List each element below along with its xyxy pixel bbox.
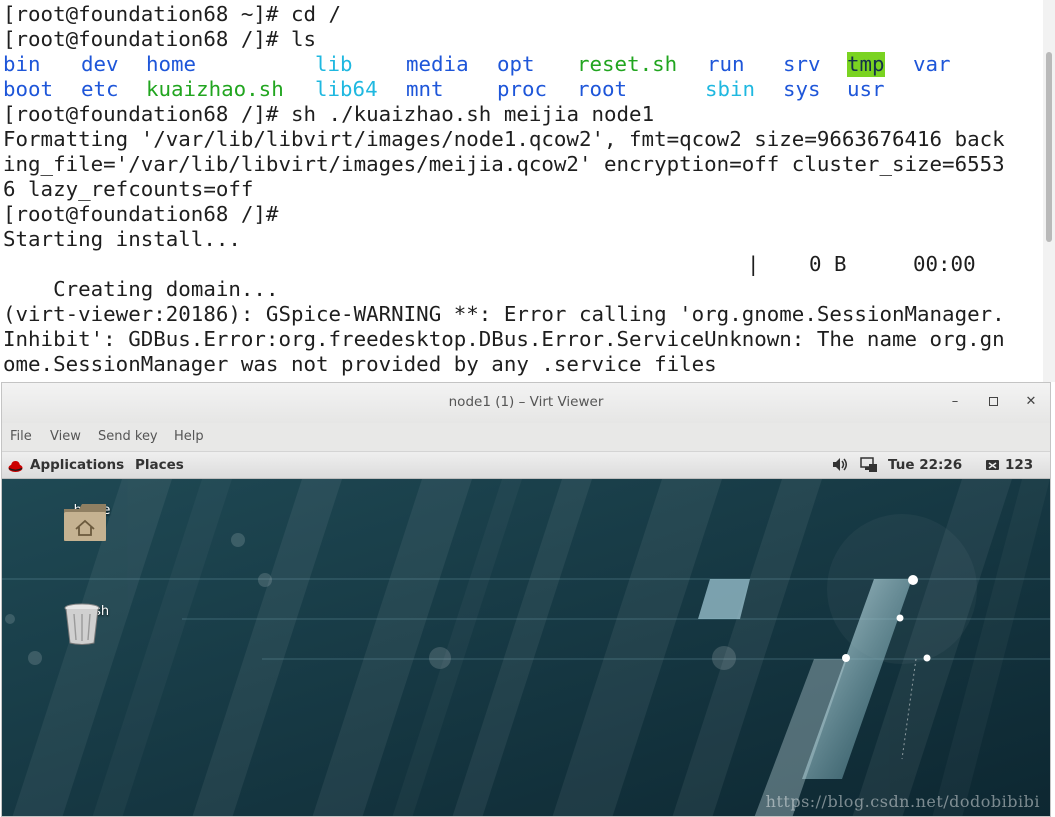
clock[interactable]: Tue 22:26 xyxy=(888,457,962,473)
watermark: https://blog.csdn.net/dodobibibi xyxy=(765,792,1040,811)
command: ls xyxy=(290,27,317,51)
ls-entry: boot xyxy=(3,77,54,101)
ls-output-row-1: bin dev home lib media opt reset.sh run … xyxy=(3,52,951,77)
prompt: [root@foundation68 ~]# xyxy=(3,2,291,26)
prompt: [root@foundation68 /]# xyxy=(3,27,291,51)
progress-separator: | xyxy=(747,252,760,276)
terminal-output: Formatting '/var/lib/libvirt/images/node… xyxy=(3,127,1005,151)
ls-entry: root xyxy=(577,77,628,101)
volume-icon[interactable] xyxy=(832,457,849,476)
menu-file[interactable]: File xyxy=(10,429,32,444)
menubar: File View Send key Help xyxy=(2,423,1050,452)
terminal-progress-line: Creating domain... | 0 B 00:00 xyxy=(3,252,976,301)
terminal-warning: (virt-viewer:20186): GSpice-WARNING **: … xyxy=(3,302,1005,326)
ls-entry: srv xyxy=(783,52,821,76)
ls-entry: lib xyxy=(315,52,353,76)
desktop-icon-home[interactable]: home xyxy=(62,501,122,541)
desktop-wallpaper xyxy=(2,479,1050,816)
progress-time: 00:00 xyxy=(913,252,976,276)
terminal-output: ing_file='/var/lib/libvirt/images/meijia… xyxy=(3,152,1005,176)
ls-entry: dev xyxy=(81,52,119,76)
ls-entry: proc xyxy=(497,77,548,101)
gnome-top-bar: Applications Places Tue 22:26 123 xyxy=(2,452,1050,479)
ls-entry: sbin xyxy=(705,77,756,101)
window-title: node1 (1) – Virt Viewer xyxy=(448,394,604,410)
window-titlebar[interactable]: node1 (1) – Virt Viewer – ✕ xyxy=(2,383,1050,423)
terminal-line: [root@foundation68 ~]# cd / xyxy=(3,2,341,27)
keyboard-icon[interactable] xyxy=(985,457,1001,476)
ls-entry: bin xyxy=(3,52,41,76)
prompt: [root@foundation68 /]# xyxy=(3,202,279,226)
redhat-logo-icon xyxy=(8,458,23,477)
close-button[interactable]: ✕ xyxy=(1022,393,1040,411)
menu-view[interactable]: View xyxy=(50,429,81,444)
places-menu[interactable]: Places xyxy=(135,457,184,473)
ls-entry: run xyxy=(707,52,745,76)
ls-entry: reset.sh xyxy=(577,52,678,76)
terminal-output: Starting install... xyxy=(3,227,241,251)
guest-desktop[interactable]: home Trash https://blog.csdn.net/dodobib… xyxy=(2,479,1050,816)
terminal-scrollbar[interactable] xyxy=(1043,0,1055,382)
network-icon[interactable] xyxy=(860,457,878,477)
guest-display[interactable]: Applications Places Tue 22:26 123 https:… xyxy=(2,452,1050,816)
terminal-warning: Inhibit': GDBus.Error:org.freedesktop.DB… xyxy=(3,327,1005,351)
scrollbar-thumb[interactable] xyxy=(1046,52,1052,242)
minimize-button[interactable]: – xyxy=(946,393,964,411)
progress-size: 0 B xyxy=(809,252,847,276)
ls-entry: kuaizhao.sh xyxy=(146,77,284,101)
maximize-button[interactable] xyxy=(984,393,1002,411)
menu-help[interactable]: Help xyxy=(174,429,204,444)
terminal-line: [root@foundation68 /]# sh ./kuaizhao.sh … xyxy=(3,102,654,127)
input-method-indicator[interactable]: 123 xyxy=(1005,457,1033,473)
terminal-window[interactable]: [root@foundation68 ~]# cd / [root@founda… xyxy=(0,0,1043,382)
desktop-icon-trash[interactable]: Trash xyxy=(62,602,122,645)
ls-entry: media xyxy=(406,52,469,76)
ls-entry: mnt xyxy=(406,77,444,101)
ls-entry: lib64 xyxy=(315,77,378,101)
ls-entry: etc xyxy=(81,77,119,101)
ls-entry: var xyxy=(913,52,951,76)
terminal-line: [root@foundation68 /]# ls xyxy=(3,27,316,52)
command: sh ./kuaizhao.sh meijia node1 xyxy=(290,102,655,126)
command: cd / xyxy=(290,2,342,26)
ls-output-row-2: boot etc kuaizhao.sh lib64 mnt proc root… xyxy=(3,77,885,102)
ls-entry: usr xyxy=(847,77,885,101)
ls-entry: opt xyxy=(497,52,535,76)
terminal-output: 6 lazy_refcounts=off xyxy=(3,177,254,201)
terminal-warning: ome.SessionManager was not provided by a… xyxy=(3,352,717,376)
maximize-icon xyxy=(988,397,998,406)
virt-viewer-window[interactable]: node1 (1) – Virt Viewer – ✕ File View Se… xyxy=(1,382,1051,817)
ls-entry: sys xyxy=(783,77,821,101)
prompt: [root@foundation68 /]# xyxy=(3,102,291,126)
terminal-output: Creating domain... xyxy=(53,277,279,301)
ls-entry-highlighted: tmp xyxy=(847,52,885,77)
ls-entry: home xyxy=(146,52,197,76)
menu-send-key[interactable]: Send key xyxy=(98,429,158,444)
applications-menu[interactable]: Applications xyxy=(30,457,124,473)
